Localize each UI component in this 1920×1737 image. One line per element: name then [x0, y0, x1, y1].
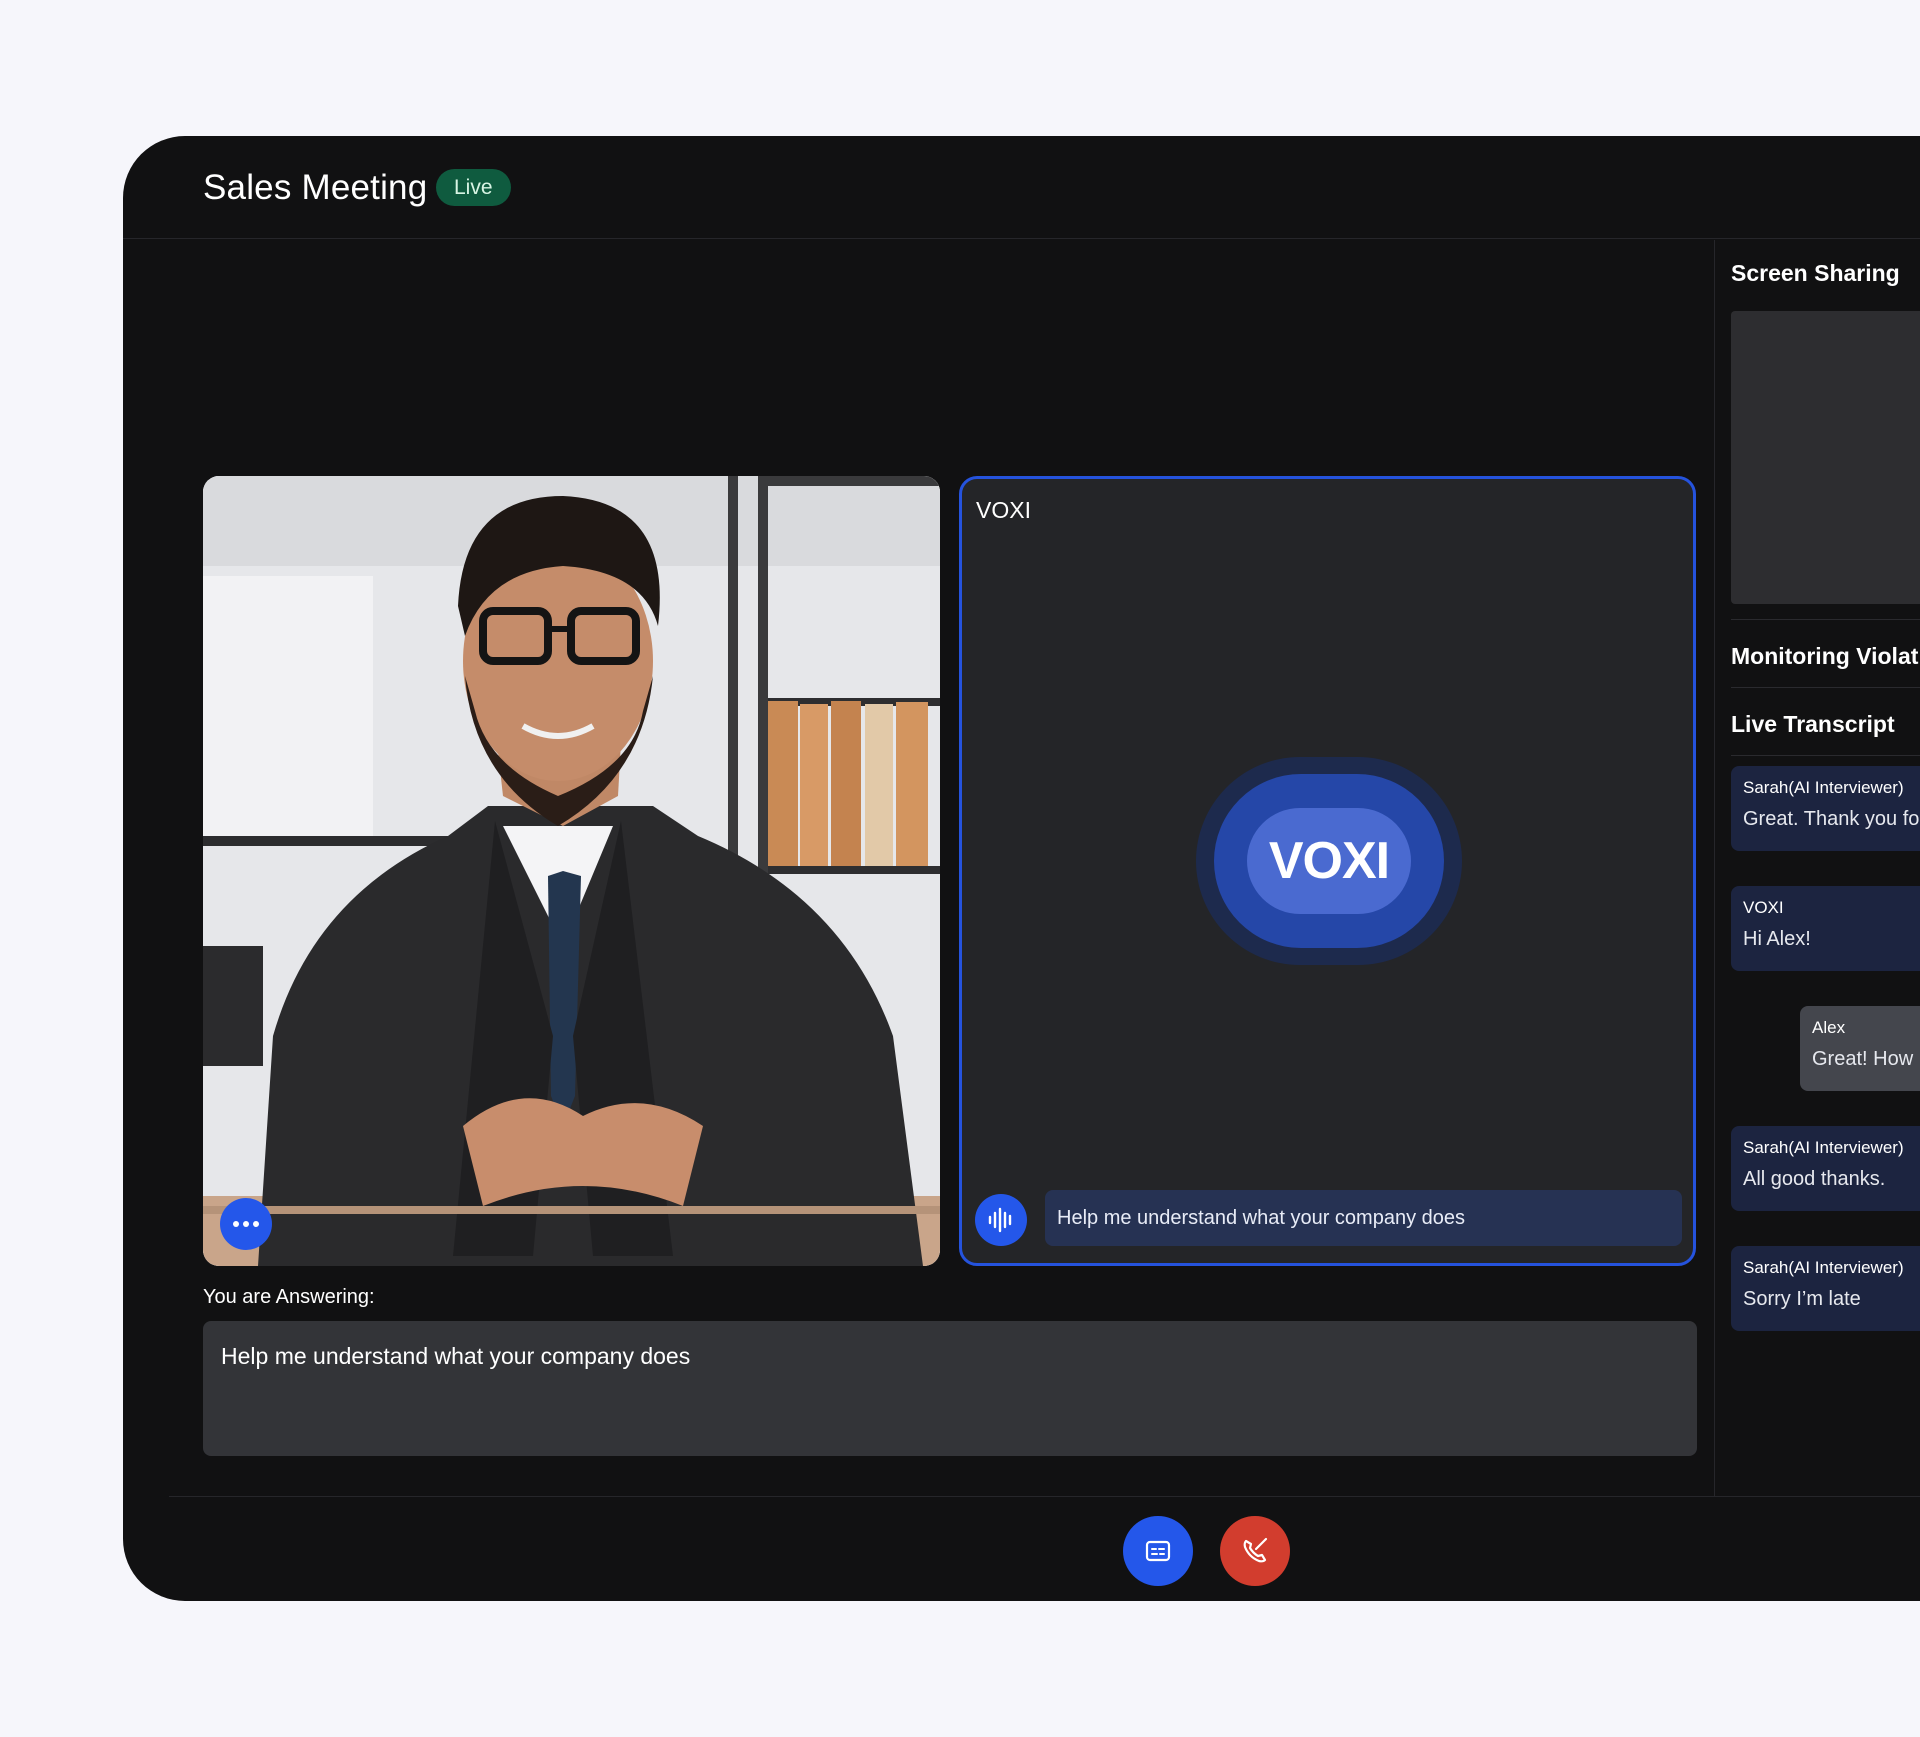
transcript-text: Great. Thank you fo: [1743, 808, 1920, 830]
end-call-button[interactable]: [1220, 1516, 1290, 1586]
sidebar-divider: [1731, 687, 1920, 688]
captions-icon: [1145, 1540, 1171, 1562]
call-controls-bar: [169, 1496, 1920, 1601]
transcript-text: Sorry I’m late: [1743, 1288, 1861, 1310]
transcript-message: Sarah(AI Interviewer) Sorry I’m late: [1731, 1246, 1920, 1331]
transcript-message: Alex Great! How: [1800, 1006, 1920, 1091]
participant-video-tile[interactable]: [203, 476, 940, 1266]
answering-question-box: Help me understand what your company doe…: [203, 1321, 1697, 1456]
voxi-avatar-ring: VOXI: [1214, 774, 1444, 948]
transcript-sender: Alex: [1812, 1018, 1846, 1037]
ai-tile-name: VOXI: [976, 497, 1031, 523]
sound-wave-icon: [975, 1194, 1027, 1246]
live-transcript-heading: Live Transcript: [1731, 711, 1895, 737]
screen-sharing-heading: Screen Sharing: [1731, 260, 1900, 286]
voxi-avatar-label: VOXI: [1247, 808, 1411, 914]
voxi-avatar: VOXI: [1196, 757, 1462, 965]
transcript-sender: VOXI: [1743, 898, 1784, 917]
ai-interviewer-tile[interactable]: VOXI VOXI Help me understand what your c…: [959, 476, 1696, 1266]
captions-button[interactable]: [1123, 1516, 1193, 1586]
transcript-sender: Sarah(AI Interviewer): [1743, 778, 1904, 797]
participant-photo: [203, 476, 940, 1266]
transcript-text: All good thanks.: [1743, 1168, 1886, 1190]
ai-live-caption: Help me understand what your company doe…: [1045, 1190, 1682, 1246]
video-stage: VOXI VOXI Help me understand what your c…: [123, 240, 1714, 1501]
ellipsis-icon-dot: [253, 1221, 259, 1227]
monitoring-violations-heading[interactable]: Monitoring Violat: [1731, 643, 1918, 670]
transcript-message: Sarah(AI Interviewer) Great. Thank you f…: [1731, 766, 1920, 851]
ellipsis-icon: [233, 1221, 239, 1227]
live-status-badge: Live: [436, 169, 511, 206]
transcript-text: Great! How: [1812, 1048, 1914, 1070]
transcript-message: Sarah(AI Interviewer) All good thanks.: [1731, 1126, 1920, 1211]
meeting-header: Sales Meeting Live: [123, 136, 1920, 239]
sidebar-divider: [1731, 755, 1920, 756]
sidebar-divider: [1731, 619, 1920, 620]
transcript-sender: Sarah(AI Interviewer): [1743, 1258, 1904, 1277]
meeting-window: Sales Meeting Live VOXI VOXI Help me und…: [123, 136, 1920, 1601]
transcript-message: VOXI Hi Alex!: [1731, 886, 1920, 971]
answering-label: You are Answering:: [203, 1286, 375, 1308]
meeting-title: Sales Meeting: [203, 168, 428, 207]
ellipsis-icon-dot: [243, 1221, 249, 1227]
participant-more-button[interactable]: [220, 1198, 272, 1250]
meeting-sidebar: Screen Sharing Monitoring Violat Live Tr…: [1714, 240, 1920, 1496]
transcript-sender: Sarah(AI Interviewer): [1743, 1138, 1904, 1157]
transcript-text: Hi Alex!: [1743, 928, 1811, 950]
screen-share-preview[interactable]: [1731, 311, 1920, 604]
phone-hangup-icon: [1243, 1537, 1268, 1563]
